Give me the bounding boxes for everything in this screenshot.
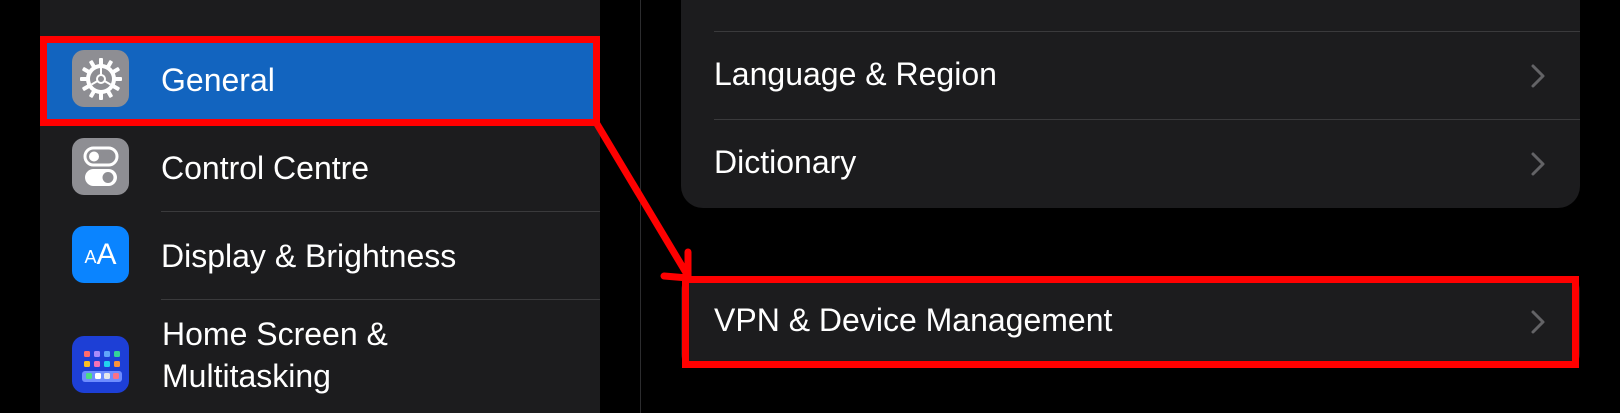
- sidebar-item-label-line2: Multitasking: [162, 358, 331, 394]
- chevron-right-icon: [1531, 64, 1545, 88]
- sidebar-item-label: General: [161, 62, 275, 98]
- row-vpn-device-management[interactable]: VPN & Device Management: [681, 278, 1580, 366]
- settings-group-vpn: VPN & Device Management: [681, 278, 1580, 366]
- settings-sidebar: General Control Centre AA Display & Brig…: [40, 0, 600, 413]
- sidebar-item-display-brightness[interactable]: AA Display & Brightness: [40, 212, 600, 298]
- chevron-right-icon: [1531, 152, 1545, 176]
- row-label: Language & Region: [714, 56, 997, 92]
- sidebar-item-label: Control Centre: [161, 150, 370, 186]
- gear-icon: [72, 50, 129, 107]
- row-language-region[interactable]: Language & Region: [681, 32, 1580, 120]
- toggles-icon: [72, 138, 129, 195]
- settings-group-language: Language & Region Dictionary: [681, 0, 1580, 208]
- sidebar-item-label: Home Screen &: [162, 316, 388, 352]
- row-label: VPN & Device Management: [714, 302, 1113, 338]
- row-label: Dictionary: [714, 144, 857, 180]
- text-size-icon: AA: [72, 226, 129, 283]
- sidebar-item-label: Display & Brightness: [161, 238, 457, 274]
- split-divider: [640, 0, 641, 413]
- sidebar-item-control-centre[interactable]: Control Centre: [40, 126, 600, 210]
- home-grid-icon: [72, 336, 129, 393]
- row-dictionary[interactable]: Dictionary: [681, 120, 1580, 208]
- chevron-right-icon: [1531, 310, 1545, 334]
- sidebar-item-home-screen[interactable]: Home Screen & Multitasking: [40, 300, 600, 413]
- sidebar-item-general[interactable]: General: [40, 38, 600, 122]
